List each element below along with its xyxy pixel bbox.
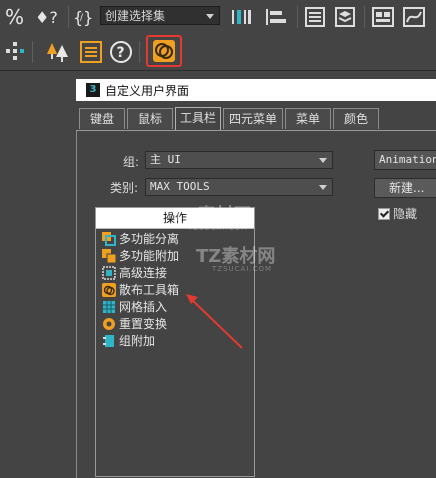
watermark-subtext: TZSUCAI.COM — [212, 265, 273, 273]
watermark-subtext: TZSUCAI.COM — [188, 224, 249, 232]
annotation-arrow — [186, 294, 243, 349]
